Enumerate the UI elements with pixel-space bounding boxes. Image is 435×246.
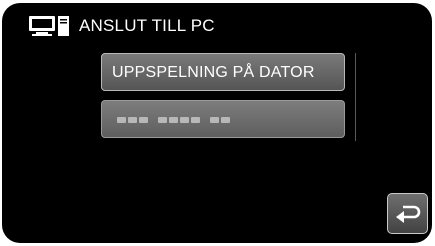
- page-title: ANSLUT TILL PC: [79, 16, 215, 35]
- obscured-label: [117, 117, 230, 123]
- playback-on-pc-button[interactable]: UPPSPELNING PÅ DATOR: [101, 53, 345, 91]
- camera-screen: ANSLUT TILL PC UPPSPELNING PÅ DATOR: [2, 3, 432, 243]
- computer-connection-icon: [28, 15, 72, 37]
- playback-on-pc-label: UPPSPELNING PÅ DATOR: [112, 64, 315, 81]
- back-button[interactable]: [387, 193, 428, 234]
- menu-divider: [355, 53, 356, 141]
- header: ANSLUT TILL PC: [2, 3, 432, 45]
- obscured-menu-button[interactable]: [101, 100, 345, 138]
- return-icon: [396, 205, 421, 223]
